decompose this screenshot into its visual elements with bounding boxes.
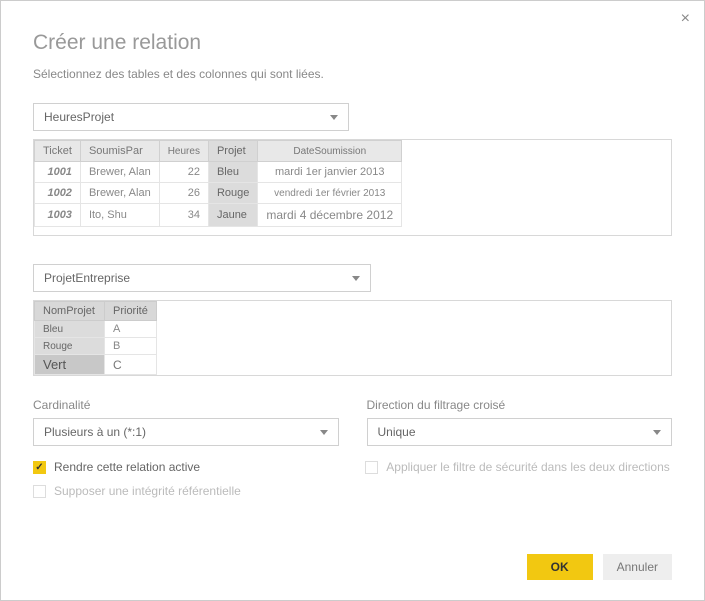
checkbox-icon	[33, 485, 46, 498]
crossfilter-section: Direction du filtrage croisé Unique	[367, 398, 673, 446]
table-header-row: Ticket SoumisPar Heures Projet DateSoumi…	[35, 141, 402, 162]
crossfilter-value: Unique	[378, 425, 416, 439]
checkbox-checked-icon: ✓	[33, 461, 46, 474]
checkbox-icon	[365, 461, 378, 474]
cardinality-label: Cardinalité	[33, 398, 339, 412]
chevron-down-icon	[653, 430, 661, 435]
check-active[interactable]: ✓ Rendre cette relation active	[33, 460, 365, 474]
table-row: Bleu A	[35, 321, 157, 338]
dialog-subtitle: Sélectionnez des tables et des colonnes …	[33, 67, 672, 81]
dialog-title: Créer une relation	[33, 31, 672, 55]
create-relationship-dialog: × Créer une relation Sélectionnez des ta…	[0, 0, 705, 601]
table2-selected: ProjetEntreprise	[44, 271, 130, 285]
chevron-down-icon	[352, 276, 360, 281]
table1-grid: Ticket SoumisPar Heures Projet DateSoumi…	[34, 140, 402, 227]
table-row: Rouge B	[35, 338, 157, 355]
col-priorite[interactable]: Priorité	[105, 302, 157, 321]
col-soumispar[interactable]: SoumisPar	[80, 141, 159, 162]
cancel-button[interactable]: Annuler	[603, 554, 672, 580]
table-row: Vert C	[35, 355, 157, 375]
table-row: 1003 Ito, Shu 34 Jaune mardi 4 décembre …	[35, 204, 402, 227]
check-active-label: Rendre cette relation active	[54, 460, 200, 474]
table1-preview: Ticket SoumisPar Heures Projet DateSoumi…	[33, 139, 672, 236]
cardinality-dropdown[interactable]: Plusieurs à un (*:1)	[33, 418, 339, 446]
checkbox-area: ✓ Rendre cette relation active Supposer …	[33, 460, 672, 508]
table2-dropdown[interactable]: ProjetEntreprise	[33, 264, 371, 292]
cardinality-section: Cardinalité Plusieurs à un (*:1)	[33, 398, 339, 446]
check-referential-label: Supposer une intégrité référentielle	[54, 484, 241, 498]
check-security-label: Appliquer le filtre de sécurité dans les…	[386, 460, 670, 474]
col-projet[interactable]: Projet	[208, 141, 257, 162]
col-heures[interactable]: Heures	[159, 141, 208, 162]
col-nomprojet[interactable]: NomProjet	[35, 302, 105, 321]
table1-selected: HeuresProjet	[44, 110, 114, 124]
table2-grid: NomProjet Priorité Bleu A Rouge B Vert C	[34, 301, 157, 375]
table-row: 1002 Brewer, Alan 26 Rouge vendredi 1er …	[35, 183, 402, 204]
close-icon[interactable]: ×	[681, 11, 690, 27]
cardinality-value: Plusieurs à un (*:1)	[44, 425, 146, 439]
options-row: Cardinalité Plusieurs à un (*:1) Directi…	[33, 398, 672, 446]
col-datesoumission[interactable]: DateSoumission	[258, 141, 402, 162]
crossfilter-dropdown[interactable]: Unique	[367, 418, 673, 446]
chevron-down-icon	[330, 115, 338, 120]
ok-button[interactable]: OK	[527, 554, 593, 580]
table-header-row: NomProjet Priorité	[35, 302, 157, 321]
col-ticket[interactable]: Ticket	[35, 141, 81, 162]
dialog-footer: OK Annuler	[527, 554, 672, 580]
crossfilter-label: Direction du filtrage croisé	[367, 398, 673, 412]
check-security[interactable]: Appliquer le filtre de sécurité dans les…	[365, 460, 672, 474]
chevron-down-icon	[320, 430, 328, 435]
table-row: 1001 Brewer, Alan 22 Bleu mardi 1er janv…	[35, 162, 402, 183]
check-referential[interactable]: Supposer une intégrité référentielle	[33, 484, 365, 498]
table2-preview: NomProjet Priorité Bleu A Rouge B Vert C	[33, 300, 672, 376]
table1-dropdown[interactable]: HeuresProjet	[33, 103, 349, 131]
